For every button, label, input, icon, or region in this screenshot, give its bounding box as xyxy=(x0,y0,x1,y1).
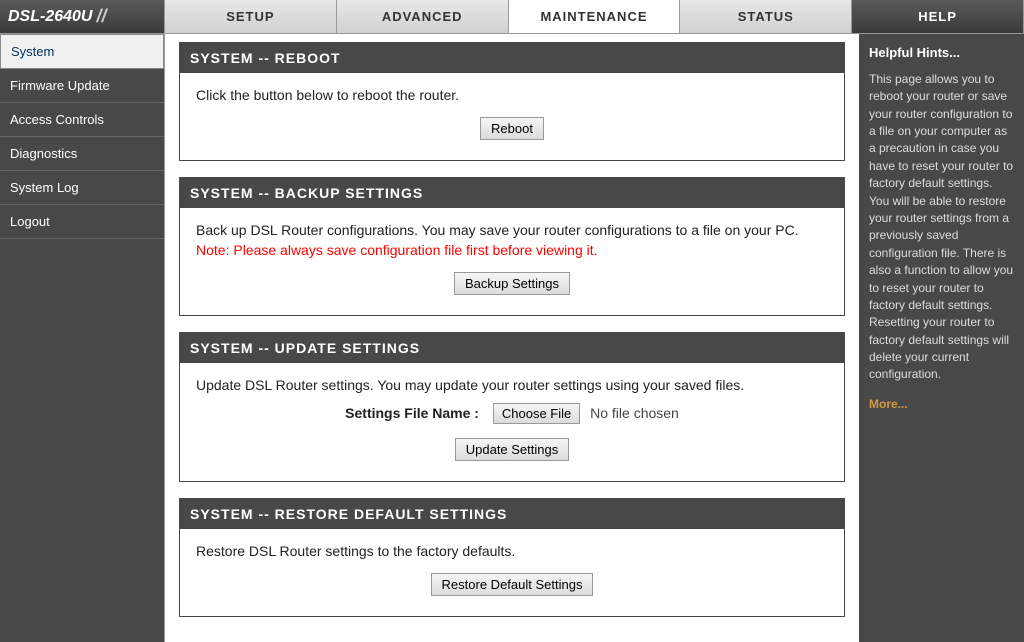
tab-status[interactable]: STATUS xyxy=(680,0,852,33)
logo-decoration-icon: // xyxy=(96,6,106,27)
panel-reboot-title: SYSTEM -- REBOOT xyxy=(180,43,844,73)
file-chosen-status: No file chosen xyxy=(590,405,679,421)
panel-restore: SYSTEM -- RESTORE DEFAULT SETTINGS Resto… xyxy=(179,498,845,617)
panel-backup: SYSTEM -- BACKUP SETTINGS Back up DSL Ro… xyxy=(179,177,845,316)
panel-reboot: SYSTEM -- REBOOT Click the button below … xyxy=(179,42,845,161)
sidebar: System Firmware Update Access Controls D… xyxy=(0,34,165,642)
help-more-link[interactable]: More... xyxy=(869,396,908,413)
panel-backup-note: Note: Please always save configuration f… xyxy=(196,242,828,258)
sidebar-item-access-controls[interactable]: Access Controls xyxy=(0,103,164,137)
help-panel: Helpful Hints... This page allows you to… xyxy=(859,34,1024,642)
panel-restore-text: Restore DSL Router settings to the facto… xyxy=(196,543,828,559)
panel-backup-text: Back up DSL Router configurations. You m… xyxy=(196,222,828,238)
update-settings-button[interactable]: Update Settings xyxy=(455,438,570,461)
device-model: DSL-2640U xyxy=(8,8,92,26)
panel-update-text: Update DSL Router settings. You may upda… xyxy=(196,377,828,393)
restore-default-settings-button[interactable]: Restore Default Settings xyxy=(431,573,594,596)
sidebar-item-system-log[interactable]: System Log xyxy=(0,171,164,205)
tab-setup[interactable]: SETUP xyxy=(165,0,337,33)
tab-advanced[interactable]: ADVANCED xyxy=(337,0,509,33)
panel-update-title: SYSTEM -- UPDATE SETTINGS xyxy=(180,333,844,363)
tab-maintenance[interactable]: MAINTENANCE xyxy=(509,0,681,33)
panel-backup-title: SYSTEM -- BACKUP SETTINGS xyxy=(180,178,844,208)
panel-reboot-text: Click the button below to reboot the rou… xyxy=(196,87,828,103)
settings-file-label: Settings File Name : xyxy=(345,405,479,421)
sidebar-item-firmware-update[interactable]: Firmware Update xyxy=(0,69,164,103)
help-body: This page allows you to reboot your rout… xyxy=(869,71,1014,384)
tab-help[interactable]: HELP xyxy=(852,0,1024,33)
main-tabs: SETUP ADVANCED MAINTENANCE STATUS HELP xyxy=(165,0,1024,33)
sidebar-item-diagnostics[interactable]: Diagnostics xyxy=(0,137,164,171)
panel-update: SYSTEM -- UPDATE SETTINGS Update DSL Rou… xyxy=(179,332,845,482)
main-content: SYSTEM -- REBOOT Click the button below … xyxy=(165,34,859,642)
backup-settings-button[interactable]: Backup Settings xyxy=(454,272,570,295)
choose-file-button[interactable]: Choose File xyxy=(493,403,580,424)
panel-restore-title: SYSTEM -- RESTORE DEFAULT SETTINGS xyxy=(180,499,844,529)
reboot-button[interactable]: Reboot xyxy=(480,117,544,140)
device-logo: DSL-2640U // xyxy=(0,0,165,33)
sidebar-item-system[interactable]: System xyxy=(0,34,164,69)
help-title: Helpful Hints... xyxy=(869,44,1014,63)
sidebar-item-logout[interactable]: Logout xyxy=(0,205,164,239)
